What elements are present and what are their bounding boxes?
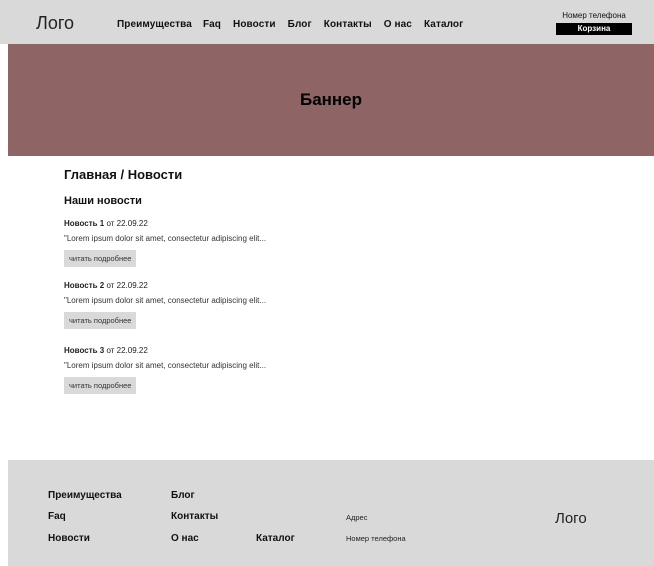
nav-item-blog[interactable]: Блог <box>288 19 312 30</box>
news-item: Новость 3 от 22.09.22 "Lorem ipsum dolor… <box>64 346 266 394</box>
footer-address: Адрес <box>346 513 368 522</box>
news-header: Новость 2 от 22.09.22 <box>64 281 266 291</box>
news-date-prefix: от <box>106 219 115 228</box>
header-right: Номер телефона Корзина <box>553 11 635 35</box>
nav-item-catalog[interactable]: Каталог <box>424 19 463 30</box>
news-header: Новость 3 от 22.09.22 <box>64 346 266 356</box>
news-date: 22.09.22 <box>116 281 148 290</box>
footer-phone[interactable]: Номер телефона <box>346 534 406 543</box>
news-excerpt: "Lorem ipsum dolor sit amet, consectetur… <box>64 296 267 305</box>
cart-button[interactable]: Корзина <box>556 23 632 35</box>
news-excerpt: "Lorem ipsum dolor sit amet, consectetur… <box>64 234 267 243</box>
news-title[interactable]: Новость 1 <box>64 219 104 228</box>
footer-link-catalog[interactable]: Каталог <box>256 533 295 544</box>
footer-logo[interactable]: Лого <box>555 510 587 527</box>
nav-item-about[interactable]: О нас <box>384 19 412 30</box>
nav-item-advantages[interactable]: Преимущества <box>117 19 192 30</box>
footer: Преимущества Блог Faq Контакты Новости О… <box>8 460 654 566</box>
main-nav: Преимущества Faq Новости Блог Контакты О… <box>117 19 475 30</box>
footer-link-advantages[interactable]: Преимущества <box>48 490 122 501</box>
news-date-prefix: от <box>106 346 115 355</box>
banner: Баннер <box>8 44 654 156</box>
section-title: Наши новости <box>64 195 142 207</box>
news-date-prefix: от <box>106 281 115 290</box>
read-more-button[interactable]: читать подробнее <box>64 250 137 267</box>
news-date: 22.09.22 <box>116 219 148 228</box>
footer-link-blog[interactable]: Блог <box>171 490 195 501</box>
news-title[interactable]: Новость 2 <box>64 281 104 290</box>
header-phone[interactable]: Номер телефона <box>553 11 635 21</box>
logo[interactable]: Лого <box>36 13 74 34</box>
nav-item-news[interactable]: Новости <box>233 19 276 30</box>
breadcrumb: Главная / Новости <box>64 167 183 182</box>
nav-item-contacts[interactable]: Контакты <box>324 19 372 30</box>
footer-link-faq[interactable]: Faq <box>48 511 66 522</box>
news-header: Новость 1 от 22.09.22 <box>64 219 266 229</box>
news-excerpt: "Lorem ipsum dolor sit amet, consectetur… <box>64 361 267 370</box>
news-item: Новость 1 от 22.09.22 "Lorem ipsum dolor… <box>64 219 266 267</box>
read-more-button[interactable]: читать подробнее <box>64 377 137 394</box>
header: Лого Преимущества Faq Новости Блог Конта… <box>0 0 654 44</box>
footer-link-about[interactable]: О нас <box>171 533 199 544</box>
news-title[interactable]: Новость 3 <box>64 346 104 355</box>
news-item: Новость 2 от 22.09.22 "Lorem ipsum dolor… <box>64 281 266 329</box>
nav-item-faq[interactable]: Faq <box>203 19 221 30</box>
footer-link-contacts[interactable]: Контакты <box>171 511 218 522</box>
news-date: 22.09.22 <box>116 346 148 355</box>
footer-link-news[interactable]: Новости <box>48 533 90 544</box>
read-more-button[interactable]: читать подробнее <box>64 312 137 329</box>
banner-text: Баннер <box>299 90 363 109</box>
